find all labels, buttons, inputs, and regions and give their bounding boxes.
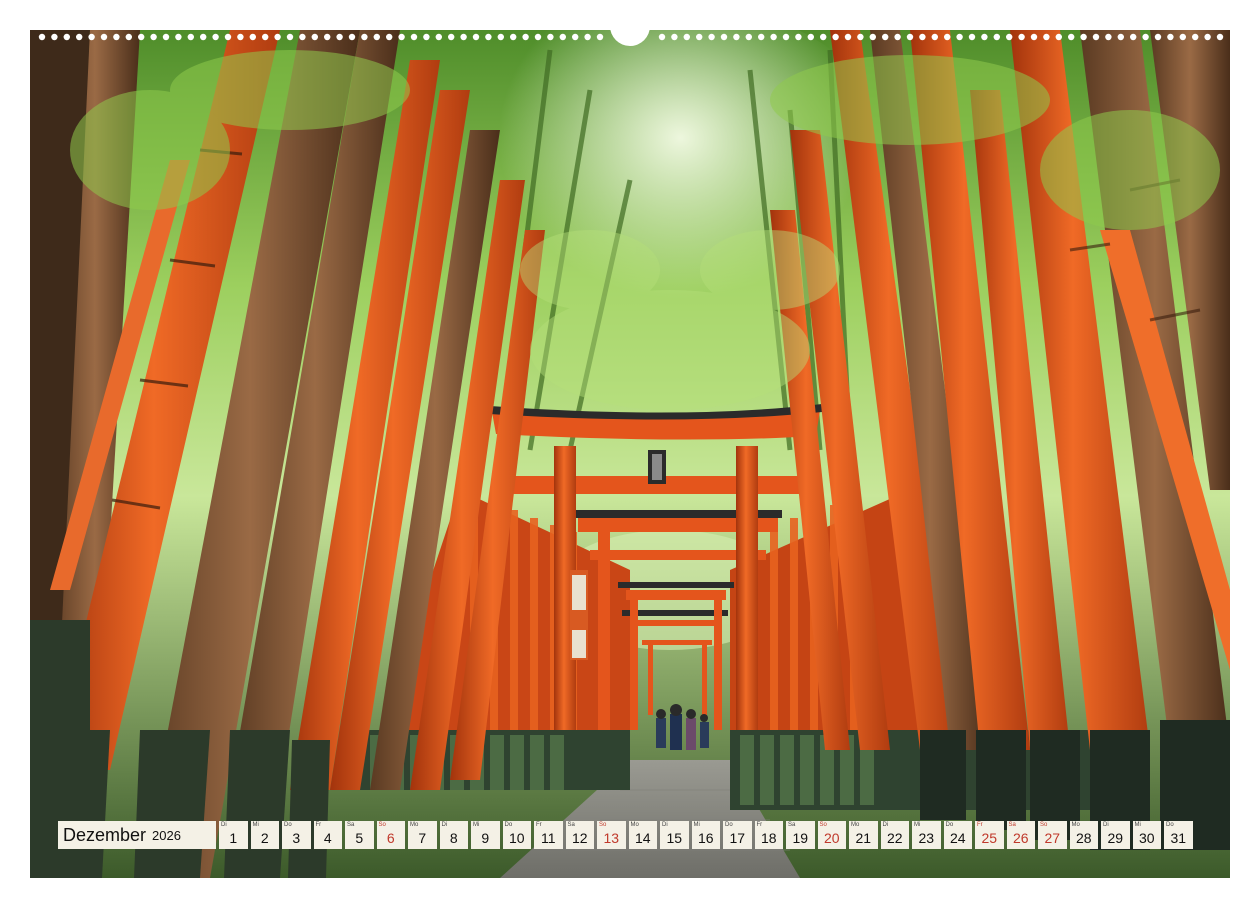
- day-number: 22: [886, 830, 903, 846]
- day-of-week: Do: [504, 822, 513, 828]
- day-cell: Do 31: [1164, 821, 1193, 849]
- day-number: 2: [260, 830, 269, 846]
- day-number: 28: [1075, 830, 1092, 846]
- day-cell: Di 1: [219, 821, 248, 849]
- day-number: 11: [540, 830, 556, 846]
- month-name: Dezember: [63, 824, 147, 845]
- day-number: 18: [760, 830, 777, 846]
- day-number: 20: [823, 830, 840, 846]
- month-year: 2026: [152, 827, 181, 843]
- day-cell: Do 17: [723, 821, 752, 849]
- day-cell: So 13: [597, 821, 626, 849]
- day-cell: Sa 26: [1006, 821, 1035, 849]
- day-cell: So 6: [376, 821, 405, 849]
- day-cell: Fr 18: [754, 821, 783, 849]
- day-number: 10: [508, 830, 525, 846]
- day-number: 6: [386, 830, 395, 846]
- day-number: 23: [918, 830, 935, 846]
- day-number: 12: [571, 830, 588, 846]
- day-of-week: Do: [284, 822, 292, 828]
- day-number: 13: [603, 830, 620, 846]
- day-cell: Di 15: [660, 821, 689, 849]
- day-of-week: Di: [441, 822, 448, 828]
- day-of-week: Sa: [567, 822, 575, 828]
- day-cell: Mo 21: [849, 821, 878, 849]
- calendar-photo: [30, 30, 1230, 878]
- day-number: 9: [481, 830, 490, 846]
- day-of-week: So: [378, 822, 386, 828]
- day-of-week: Sa: [347, 822, 355, 828]
- day-of-week: Mo: [851, 822, 860, 828]
- day-of-week: Sa: [788, 822, 796, 828]
- day-of-week: Mi: [914, 822, 921, 828]
- day-cell: Mi 16: [691, 821, 720, 849]
- day-of-week: Fr: [756, 822, 763, 828]
- day-cell: Mi 23: [912, 821, 941, 849]
- day-of-week: Di: [221, 822, 227, 828]
- day-of-week: Mi: [473, 822, 480, 828]
- day-number: 31: [1170, 830, 1187, 846]
- day-number: 16: [697, 830, 714, 846]
- torii-bamboo-photo: [30, 30, 1230, 878]
- day-of-week: Do: [1166, 822, 1174, 828]
- day-cell: Sa 12: [565, 821, 594, 849]
- day-of-week: So: [819, 822, 827, 828]
- day-number: 29: [1107, 830, 1124, 846]
- day-cell: Do 10: [502, 821, 531, 849]
- day-of-week: Do: [945, 822, 954, 828]
- day-cell: Di 8: [439, 821, 468, 849]
- day-cell: So 27: [1038, 821, 1067, 849]
- day-cell: Di 22: [880, 821, 909, 849]
- day-of-week: Mi: [1134, 822, 1141, 828]
- day-cell: Mi 30: [1132, 821, 1161, 849]
- day-number: 15: [666, 830, 683, 846]
- day-of-week: Mo: [1071, 822, 1080, 828]
- day-number: 17: [729, 830, 746, 846]
- day-of-week: Do: [725, 822, 733, 828]
- day-cell: Fr 4: [313, 821, 342, 849]
- day-number: 30: [1138, 830, 1155, 846]
- day-of-week: Fr: [315, 822, 322, 828]
- day-number: 21: [855, 830, 872, 846]
- day-of-week: So: [1040, 822, 1048, 828]
- day-of-week: Mo: [410, 822, 419, 828]
- day-cell: Mo 14: [628, 821, 657, 849]
- day-of-week: Mi: [693, 822, 700, 828]
- day-number: 19: [792, 830, 809, 846]
- day-number: 14: [634, 830, 651, 846]
- day-cell: Mo 7: [408, 821, 437, 849]
- day-number: 5: [355, 830, 364, 846]
- day-cell: Do 24: [943, 821, 972, 849]
- month-label: Dezember 2026: [58, 821, 216, 849]
- day-number: 7: [418, 830, 427, 846]
- day-cell: So 20: [817, 821, 846, 849]
- day-cell: Mo 28: [1069, 821, 1098, 849]
- day-of-week: Di: [1103, 822, 1109, 828]
- day-cell: Sa 19: [786, 821, 815, 849]
- day-of-week: Sa: [1008, 822, 1016, 828]
- day-number: 26: [1012, 830, 1029, 846]
- day-number: 27: [1044, 830, 1061, 846]
- calendar-strip: Dezember 2026 Di 1 Mi 2 Do 3 Fr 4 Sa 5 So 6 Mo 7 Di 8 Mi…: [58, 821, 1202, 849]
- day-cell: Sa 5: [345, 821, 374, 849]
- day-number: 1: [229, 830, 238, 846]
- day-number: 8: [449, 830, 458, 846]
- day-number: 25: [981, 830, 998, 846]
- day-cell: Do 3: [282, 821, 311, 849]
- day-cell: Mi 2: [250, 821, 279, 849]
- day-of-week: Fr: [977, 822, 983, 828]
- day-number: 4: [323, 830, 332, 846]
- day-of-week: Mo: [630, 822, 639, 828]
- day-cell: Fr 11: [534, 821, 563, 849]
- day-of-week: Fr: [536, 822, 542, 828]
- day-of-week: Mi: [252, 822, 259, 828]
- day-of-week: So: [599, 822, 607, 828]
- day-number: 24: [949, 830, 966, 846]
- day-cell: Di 29: [1101, 821, 1130, 849]
- day-cell: Mi 9: [471, 821, 500, 849]
- day-cell: Fr 25: [975, 821, 1004, 849]
- day-number: 3: [292, 830, 301, 846]
- day-of-week: Di: [882, 822, 889, 828]
- day-of-week: Di: [662, 822, 668, 828]
